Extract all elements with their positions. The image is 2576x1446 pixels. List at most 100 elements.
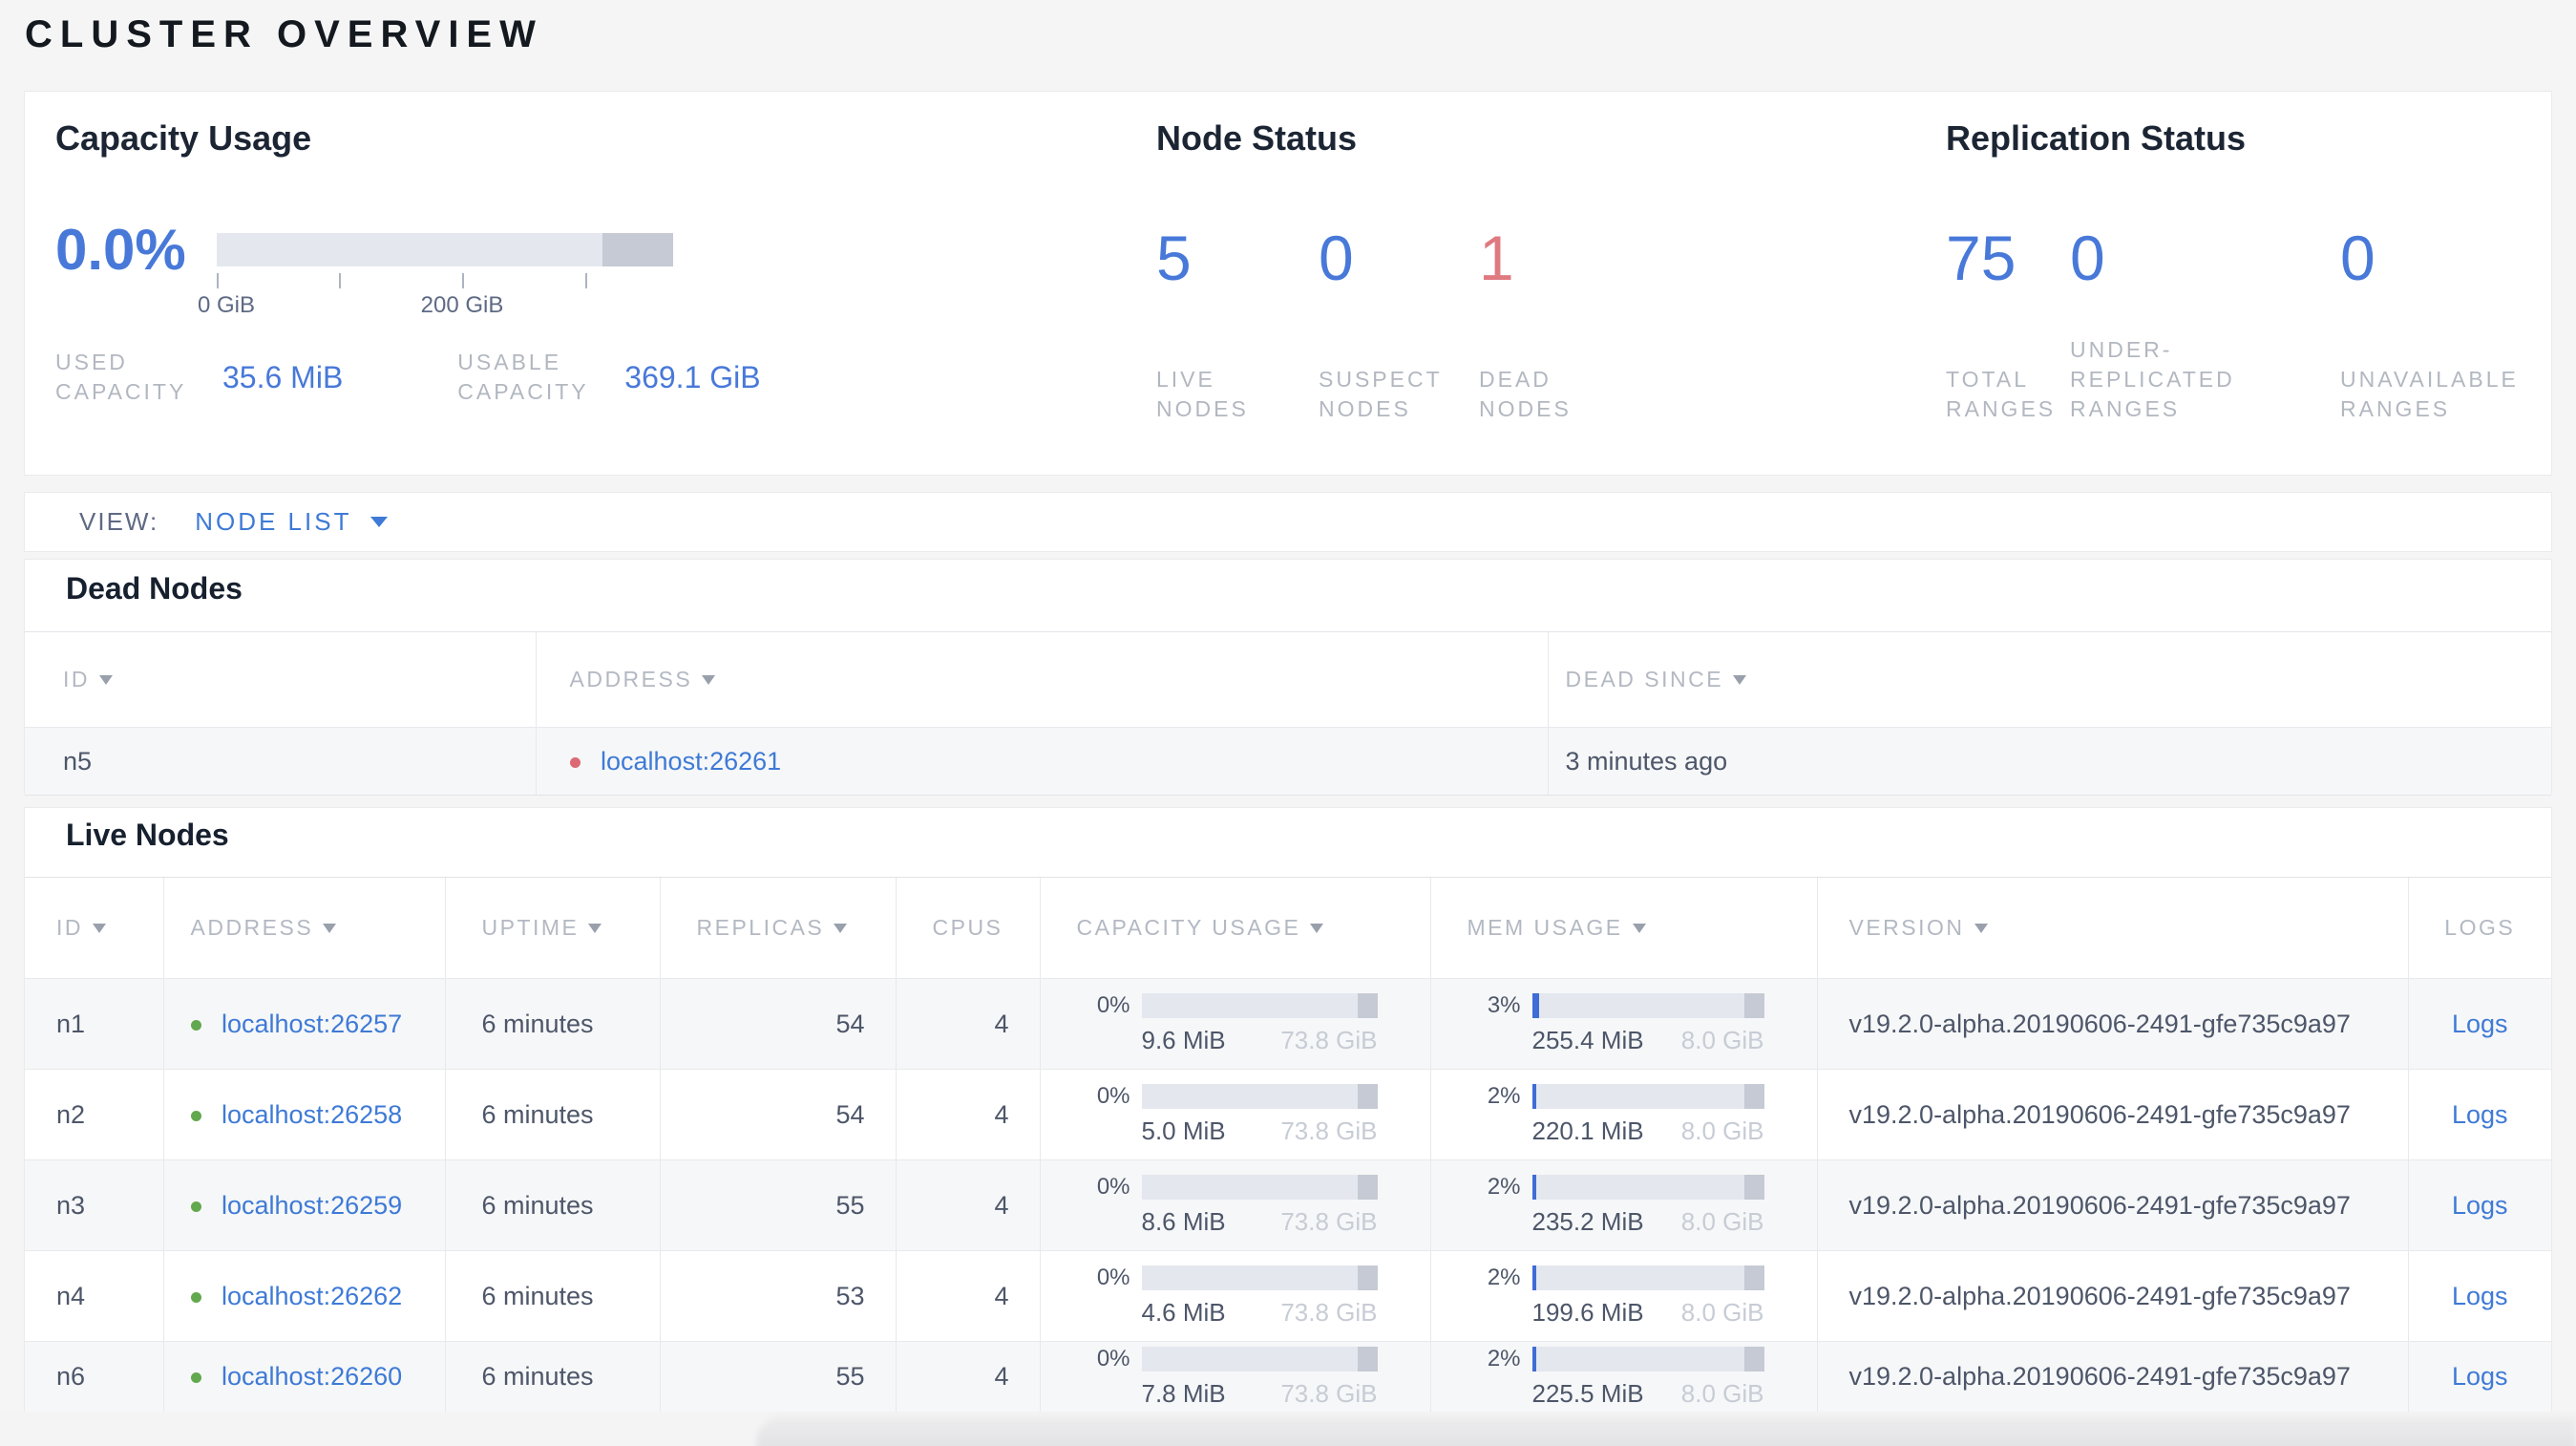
capacity-used-value: 4.6 MiB bbox=[1141, 1298, 1226, 1327]
live-node-version: v19.2.0-alpha.20190606-2491-gfe735c9a97 bbox=[1816, 1250, 2408, 1342]
live-node-capacity-usage: 0% 7.8 MiB 73.8 GiB bbox=[1039, 1341, 1430, 1413]
logs-link[interactable]: Logs bbox=[2452, 1282, 2508, 1310]
live-node-address-link[interactable]: localhost:26259 bbox=[222, 1191, 402, 1220]
live-status-dot-icon bbox=[190, 1372, 201, 1383]
capacity-total-value: 73.8 GiB bbox=[1280, 1298, 1378, 1327]
live-col-address[interactable]: ADDRESS bbox=[162, 877, 445, 979]
capacity-bar-dark-segment bbox=[1357, 993, 1378, 1018]
view-dropdown[interactable]: NODE LIST bbox=[195, 507, 351, 537]
capacity-mini-bar bbox=[1141, 1175, 1378, 1200]
live-col-mem-usage[interactable]: MEM USAGE bbox=[1429, 877, 1817, 979]
used-capacity-value: 35.6 MiB bbox=[222, 359, 344, 394]
capacity-bar-dark-segment bbox=[1357, 1175, 1378, 1200]
mem-mini-bar bbox=[1531, 1084, 1764, 1109]
mem-percent-label: 2% bbox=[1487, 1265, 1521, 1290]
live-node-row: n1 localhost:26257 6 minutes 54 4 0% 9.6… bbox=[25, 978, 2551, 1070]
live-node-logs-cell: Logs bbox=[2407, 978, 2551, 1070]
used-capacity-stat: USED CAPACITY 35.6 MiB bbox=[55, 348, 343, 407]
live-node-mem-usage: 3% 255.4 MiB 8.0 GiB bbox=[1429, 978, 1817, 1070]
dead-node-dead-since: 3 minutes ago bbox=[1547, 727, 2551, 796]
live-node-capacity-usage: 0% 8.6 MiB 73.8 GiB bbox=[1039, 1159, 1430, 1251]
live-node-address-cell: localhost:26260 bbox=[162, 1341, 445, 1413]
mem-bar-dark-segment bbox=[1743, 993, 1764, 1018]
live-node-logs-cell: Logs bbox=[2407, 1250, 2551, 1342]
dead-nodes-stat: 1 DEAD NODES bbox=[1479, 225, 1622, 424]
sort-arrow-icon bbox=[702, 675, 716, 685]
chevron-down-icon[interactable] bbox=[370, 517, 389, 527]
dead-col-dead-since[interactable]: DEAD SINCE bbox=[1547, 631, 2551, 728]
logs-link[interactable]: Logs bbox=[2452, 1362, 2508, 1391]
sort-arrow-icon bbox=[1310, 924, 1324, 933]
dead-nodes-count: 1 bbox=[1479, 223, 1514, 293]
live-node-id: n6 bbox=[25, 1341, 163, 1413]
sort-arrow-icon bbox=[323, 924, 337, 933]
capacity-stats: USED CAPACITY 35.6 MiB USABLE CAPACITY 3… bbox=[55, 348, 761, 407]
live-node-address-link[interactable]: localhost:26257 bbox=[222, 1010, 402, 1038]
live-node-row: n2 localhost:26258 6 minutes 54 4 0% 5.0… bbox=[25, 1069, 2551, 1160]
mem-percent-label: 2% bbox=[1487, 1345, 1521, 1372]
usable-capacity-value: 369.1 GiB bbox=[624, 359, 761, 394]
live-col-version[interactable]: VERSION bbox=[1816, 877, 2408, 979]
view-label: VIEW: bbox=[79, 507, 159, 536]
mem-total-value: 8.0 GiB bbox=[1680, 1298, 1764, 1327]
live-node-uptime: 6 minutes bbox=[444, 1069, 660, 1160]
live-col-capacity-usage[interactable]: CAPACITY USAGE bbox=[1039, 877, 1430, 979]
live-nodes-stat: 5 LIVE NODES bbox=[1156, 225, 1319, 424]
sort-arrow-icon bbox=[1974, 924, 1988, 933]
live-node-id: n4 bbox=[25, 1250, 163, 1342]
capacity-mini-bar bbox=[1141, 1346, 1378, 1372]
live-node-uptime: 6 minutes bbox=[444, 1159, 660, 1251]
sort-arrow-icon bbox=[93, 924, 106, 933]
capacity-used-value: 5.0 MiB bbox=[1141, 1116, 1226, 1145]
logs-link[interactable]: Logs bbox=[2452, 1100, 2508, 1129]
suspect-nodes-count: 0 bbox=[1319, 223, 1354, 293]
logs-link[interactable]: Logs bbox=[2452, 1010, 2508, 1038]
live-node-version: v19.2.0-alpha.20190606-2491-gfe735c9a97 bbox=[1816, 1341, 2408, 1413]
dead-node-address-link[interactable]: localhost:26261 bbox=[601, 747, 781, 776]
logs-link[interactable]: Logs bbox=[2452, 1191, 2508, 1220]
suspect-nodes-stat: 0 SUSPECT NODES bbox=[1319, 225, 1479, 424]
view-selector-bar: VIEW: NODE LIST bbox=[24, 492, 2552, 552]
live-node-id: n1 bbox=[25, 978, 163, 1070]
mem-mini-bar bbox=[1531, 1346, 1764, 1372]
capacity-used-value: 7.8 MiB bbox=[1141, 1378, 1226, 1408]
live-col-id[interactable]: ID bbox=[25, 877, 163, 979]
live-status-dot-icon bbox=[190, 1201, 201, 1212]
live-col-uptime[interactable]: UPTIME bbox=[444, 877, 660, 979]
total-ranges-label: TOTAL RANGES bbox=[1946, 367, 2057, 421]
cluster-summary-panel: Capacity Usage 0.0% 0 GiB 200 GiB USED C… bbox=[24, 91, 2552, 476]
capacity-total-value: 73.8 GiB bbox=[1280, 1378, 1378, 1408]
live-col-replicas[interactable]: REPLICAS bbox=[659, 877, 896, 979]
dead-col-address[interactable]: ADDRESS bbox=[535, 631, 1548, 728]
live-node-mem-usage: 2% 220.1 MiB 8.0 GiB bbox=[1429, 1069, 1817, 1160]
capacity-used-value: 9.6 MiB bbox=[1141, 1026, 1226, 1054]
dead-node-address-cell: localhost:26261 bbox=[535, 727, 1548, 796]
axis-label-0gib: 0 GiB bbox=[197, 292, 256, 318]
live-node-address-link[interactable]: localhost:26260 bbox=[222, 1362, 402, 1391]
capacity-bar-track bbox=[217, 233, 673, 266]
live-node-address-link[interactable]: localhost:26258 bbox=[222, 1100, 402, 1129]
dead-status-dot-icon bbox=[569, 756, 581, 768]
usable-capacity-stat: USABLE CAPACITY 369.1 GiB bbox=[457, 348, 760, 407]
capacity-percent-label: 0% bbox=[1096, 1083, 1130, 1109]
mem-used-value: 255.4 MiB bbox=[1531, 1026, 1644, 1054]
capacity-mini-bar bbox=[1141, 1084, 1378, 1109]
dead-nodes-section: Dead Nodes ID ADDRESS DEAD SINCE n5 loca… bbox=[24, 559, 2552, 796]
live-node-cpus: 4 bbox=[895, 1159, 1040, 1251]
dead-col-id[interactable]: ID bbox=[25, 631, 536, 728]
live-node-cpus: 4 bbox=[895, 1341, 1040, 1413]
capacity-percent-label: 0% bbox=[1096, 1174, 1130, 1200]
live-node-logs-cell: Logs bbox=[2407, 1159, 2551, 1251]
used-capacity-label: USED CAPACITY bbox=[55, 350, 187, 404]
live-col-logs: LOGS bbox=[2407, 877, 2551, 979]
live-node-address-link[interactable]: localhost:26262 bbox=[222, 1282, 402, 1310]
live-node-version: v19.2.0-alpha.20190606-2491-gfe735c9a97 bbox=[1816, 978, 2408, 1070]
live-col-cpus: CPUS bbox=[895, 877, 1040, 979]
dead-nodes-table: ID ADDRESS DEAD SINCE n5 localhost:26261… bbox=[25, 631, 2551, 796]
live-node-row: n6 localhost:26260 6 minutes 55 4 0% 7.8… bbox=[25, 1341, 2551, 1413]
live-node-address-cell: localhost:26259 bbox=[162, 1159, 445, 1251]
live-node-replicas: 53 bbox=[659, 1250, 896, 1342]
replication-status-stats: 75 TOTAL RANGES 0 UNDER- REPLICATED RANG… bbox=[1946, 225, 2569, 424]
capacity-total-value: 73.8 GiB bbox=[1280, 1116, 1378, 1145]
capacity-mini-bar bbox=[1141, 993, 1378, 1018]
